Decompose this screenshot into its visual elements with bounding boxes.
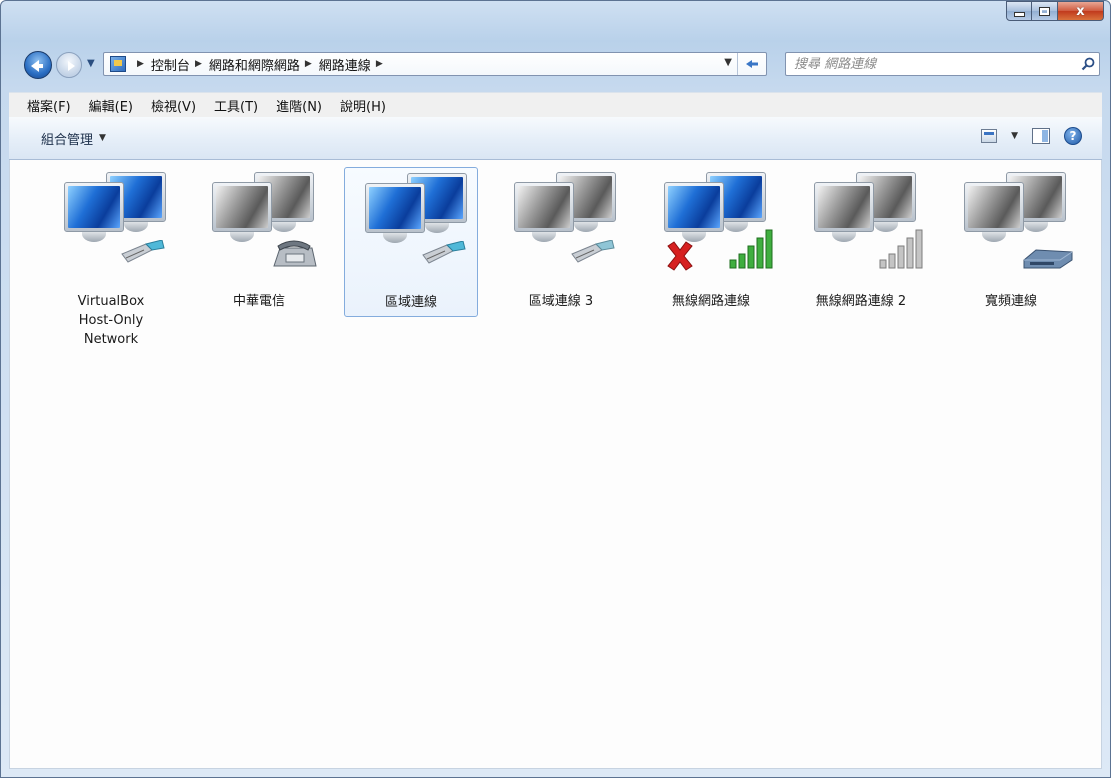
command-bar-right: ▼ ? — [981, 127, 1082, 145]
search-input[interactable] — [786, 55, 1077, 73]
disconnected-x-icon — [667, 241, 693, 271]
connection-item[interactable]: 寬頻連線 — [944, 167, 1078, 317]
close-icon: x — [1076, 3, 1085, 19]
dialup-connection-icon — [212, 170, 318, 278]
back-arrow-icon — [31, 60, 43, 72]
connection-item[interactable]: 區域連線 3 — [494, 167, 628, 317]
window-caption-buttons: x — [1006, 1, 1104, 21]
connection-item[interactable]: 無線網路連線 2 — [794, 167, 928, 317]
address-history-dropdown[interactable]: ▼ — [724, 57, 732, 68]
connection-item[interactable]: 無線網路連線 — [644, 167, 778, 317]
help-icon[interactable]: ? — [1064, 127, 1082, 145]
close-button[interactable]: x — [1058, 1, 1104, 21]
breadcrumb-separator-icon[interactable]: ▶ — [137, 59, 144, 69]
broadband-connection-icon — [964, 170, 1073, 278]
command-bar: 組合管理 ▼ ▼ ? — [9, 117, 1102, 160]
connection-label: 中華電信 — [232, 294, 285, 309]
view-options-dropdown[interactable]: ▼ — [1011, 131, 1018, 141]
recent-pages-dropdown[interactable]: ▼ — [87, 58, 95, 69]
search-icon[interactable] — [1077, 57, 1099, 71]
maximize-button[interactable] — [1032, 1, 1058, 21]
connection-label: 無線網路連線 — [671, 294, 750, 309]
connection-item[interactable]: 中華電信 — [192, 167, 326, 317]
menu-bar: 檔案(F) 編輯(E) 檢視(V) 工具(T) 進階(N) 說明(H) — [9, 92, 1102, 118]
control-panel-icon — [110, 56, 126, 72]
explorer-window: x ▼ ▶ 控制台 ▶ 網路和網際網路 ▶ 網路連線 ▶ ▼ 搜尋 網路連線 檔… — [0, 0, 1111, 778]
menu-advanced[interactable]: 進階(N) — [266, 96, 330, 115]
breadcrumb-network-internet[interactable]: 網路和網際網路 — [209, 55, 300, 74]
refresh-button[interactable] — [737, 53, 766, 75]
ethernet-connection-icon — [514, 170, 620, 278]
breadcrumb-separator-icon[interactable]: ▶ — [376, 59, 383, 69]
connection-item-selected[interactable]: 區域連線 — [344, 167, 478, 317]
connection-label: 寬頻連線 — [984, 294, 1037, 309]
search-box[interactable] — [785, 52, 1100, 76]
breadcrumb-separator-icon[interactable]: ▶ — [305, 59, 312, 69]
ethernet-connection-icon — [365, 171, 471, 279]
organize-label: 組合管理 — [41, 132, 94, 148]
organize-button[interactable]: 組合管理 ▼ — [41, 129, 106, 148]
menu-file[interactable]: 檔案(F) — [9, 96, 79, 115]
navigation-bar: ▼ ▶ 控制台 ▶ 網路和網際網路 ▶ 網路連線 ▶ ▼ — [15, 47, 1100, 81]
connection-label: 無線網路連線 2 — [815, 294, 907, 309]
menu-edit[interactable]: 編輯(E) — [79, 96, 141, 115]
ethernet-connection-icon — [64, 170, 170, 278]
menu-view[interactable]: 檢視(V) — [141, 96, 204, 115]
forward-button[interactable] — [56, 52, 82, 78]
breadcrumb-control-panel[interactable]: 控制台 — [151, 55, 190, 74]
breadcrumb-network-connections[interactable]: 網路連線 — [319, 55, 371, 74]
maximize-icon — [1039, 6, 1050, 16]
refresh-icon — [746, 60, 758, 68]
change-view-icon[interactable] — [981, 129, 998, 143]
connection-label: 區域連線 3 — [528, 294, 594, 309]
minimize-icon — [1013, 11, 1025, 17]
wireless-connection-icon — [814, 170, 923, 278]
menu-tools[interactable]: 工具(T) — [204, 96, 266, 115]
address-bar[interactable]: ▶ 控制台 ▶ 網路和網際網路 ▶ 網路連線 ▶ ▼ — [103, 52, 767, 76]
back-button[interactable] — [24, 51, 52, 79]
connection-item[interactable]: VirtualBox Host-Only Network — [44, 167, 178, 347]
connections-view: VirtualBox Host-Only Network 中華電信 區域連線 區… — [9, 160, 1102, 769]
wireless-connection-icon — [664, 170, 773, 278]
forward-arrow-icon — [68, 61, 75, 71]
breadcrumb-separator-icon[interactable]: ▶ — [195, 59, 202, 69]
connection-label: VirtualBox Host-Only Network — [77, 294, 145, 347]
minimize-button[interactable] — [1006, 1, 1032, 21]
chevron-down-icon: ▼ — [99, 133, 106, 143]
menu-help[interactable]: 說明(H) — [330, 96, 394, 115]
preview-pane-icon[interactable] — [1032, 128, 1050, 144]
connection-label: 區域連線 — [384, 295, 437, 310]
